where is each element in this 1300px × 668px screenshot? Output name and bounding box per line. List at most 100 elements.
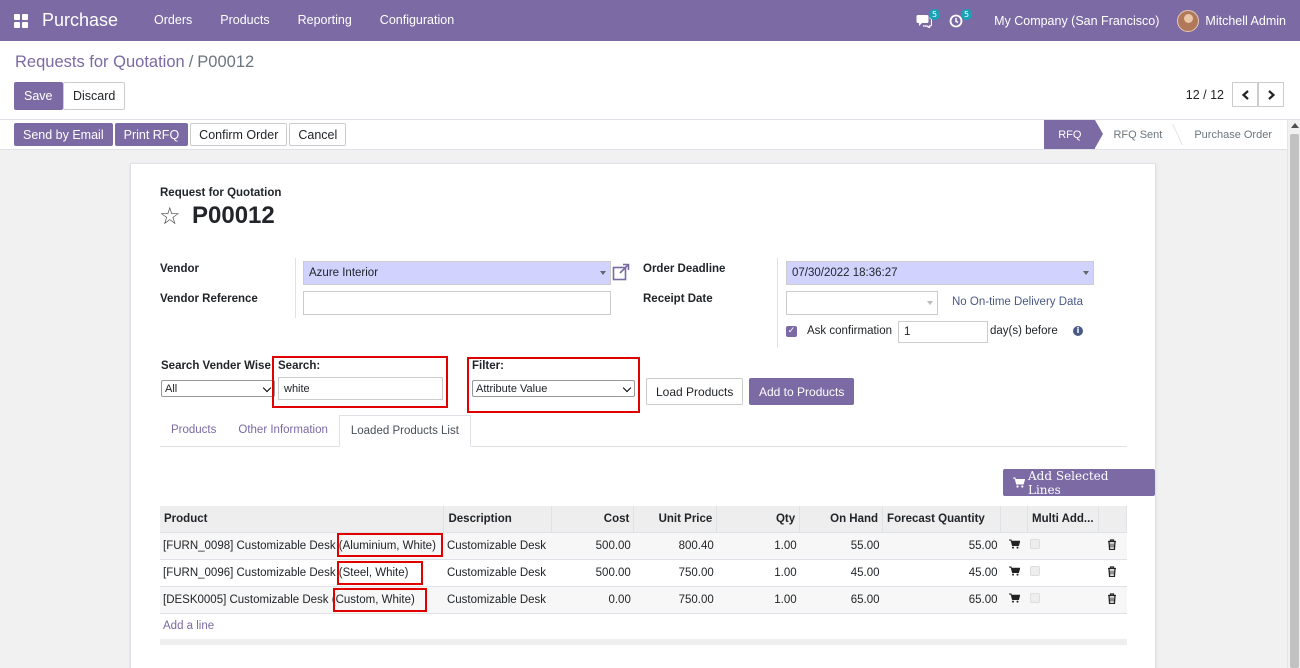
company-switcher[interactable]: My Company (San Francisco) <box>972 14 1177 28</box>
receipt-date-dropdown-icon[interactable] <box>927 301 933 305</box>
product-code: [FURN_0098] Customizable Desk <box>163 539 336 552</box>
add-a-line-link[interactable]: Add a line <box>163 620 214 632</box>
loaded-products-table: Product Description Cost Unit Price Qty … <box>160 506 1128 614</box>
table-row[interactable]: [FURN_0098] Customizable Desk (Aluminium… <box>160 532 1127 560</box>
days-before-label: day(s) before <box>990 325 1058 337</box>
add-to-products-button[interactable]: Add to Products <box>749 378 855 405</box>
trash-icon[interactable] <box>1107 538 1117 550</box>
forecast-cell: 65.00 <box>882 586 1001 614</box>
notebook-tabs: Products Other Information Loaded Produc… <box>160 415 1127 447</box>
column-product[interactable]: Product <box>160 506 445 533</box>
print-rfq-button[interactable]: Print RFQ <box>114 123 189 146</box>
scroll-thumb[interactable] <box>1290 134 1299 668</box>
divider <box>777 258 778 348</box>
cart-cell <box>1000 586 1028 614</box>
on-time-delivery-text: No On-time Delivery Data <box>952 296 1084 308</box>
stage-rfq-sent[interactable]: RFQ Sent <box>1095 120 1176 149</box>
cart-icon[interactable] <box>1008 593 1020 603</box>
pager-value[interactable]: 12 / 12 <box>1186 88 1224 102</box>
vendor-field[interactable]: Azure Interior <box>303 261 611 285</box>
multi-add-checkbox[interactable] <box>1030 539 1041 549</box>
add-selected-lines-button[interactable]: Add Selected Lines <box>1003 469 1155 497</box>
stage-rfq[interactable]: RFQ <box>1044 120 1104 149</box>
table-row[interactable]: [DESK0005] Customizable Desk (Custom, Wh… <box>160 586 1127 614</box>
delete-cell <box>1098 532 1127 560</box>
column-qty[interactable]: Qty <box>716 506 801 533</box>
delete-cell <box>1098 559 1127 587</box>
receipt-date-field[interactable] <box>786 291 938 315</box>
trash-icon[interactable] <box>1107 592 1117 604</box>
top-navbar: Purchase Orders Products Reporting Confi… <box>0 0 1300 41</box>
discard-button[interactable]: Discard <box>63 82 126 110</box>
messages-badge: 5 <box>928 9 941 20</box>
save-button[interactable]: Save <box>14 82 63 110</box>
unit-price-cell: 750.00 <box>633 559 717 587</box>
search-vendor-wise-value: All <box>165 382 178 395</box>
column-description[interactable]: Description <box>443 506 553 533</box>
page-scrollbar[interactable] <box>1287 120 1300 668</box>
send-by-email-button[interactable]: Send by Email <box>14 123 113 146</box>
vendor-label: Vendor <box>160 263 199 275</box>
apps-menu-icon[interactable] <box>0 0 42 41</box>
ask-confirmation-days-value: 1 <box>904 326 911 338</box>
receipt-date-label: Receipt Date <box>643 293 713 305</box>
ask-confirmation-checkbox[interactable]: ✓ <box>786 326 797 337</box>
external-link-icon[interactable] <box>612 263 630 281</box>
divider <box>295 258 296 318</box>
menu-products[interactable]: Products <box>206 0 283 41</box>
column-cost[interactable]: Cost <box>551 506 635 533</box>
load-products-button[interactable]: Load Products <box>646 378 744 405</box>
pager: 12 / 12 <box>1186 82 1284 107</box>
app-name[interactable]: Purchase <box>42 10 118 31</box>
search-vendor-wise-select[interactable]: All <box>161 380 275 397</box>
search-input[interactable]: white <box>278 377 443 400</box>
star-icon[interactable]: ☆ <box>159 204 181 228</box>
multi-add-checkbox[interactable] <box>1030 593 1041 603</box>
user-menu[interactable]: Mitchell Admin <box>1205 14 1286 28</box>
confirm-order-button[interactable]: Confirm Order <box>190 123 288 146</box>
menu-reporting[interactable]: Reporting <box>284 0 366 41</box>
activities-icon[interactable]: 5 <box>940 0 973 41</box>
stage-pipeline: RFQ RFQ Sent Purchase Order <box>1044 120 1286 149</box>
column-unit-price[interactable]: Unit Price <box>633 506 718 533</box>
column-forecast-quantity[interactable]: Forecast Quantity <box>882 506 1002 533</box>
cancel-button[interactable]: Cancel <box>289 123 347 146</box>
ask-confirmation-days-field[interactable]: 1 <box>898 321 988 343</box>
column-on-hand[interactable]: On Hand <box>799 506 884 533</box>
cart-icon[interactable] <box>1008 566 1020 576</box>
breadcrumb-parent[interactable]: Requests for Quotation <box>15 53 185 71</box>
delete-cell <box>1098 586 1127 614</box>
record-type-label: Request for Quotation <box>160 187 282 199</box>
order-deadline-field[interactable]: 07/30/2022 18:36:27 <box>786 261 1094 285</box>
multi-add-cell <box>1027 586 1099 614</box>
menu-orders[interactable]: Orders <box>140 0 206 41</box>
multi-add-checkbox[interactable] <box>1030 566 1041 576</box>
filter-select[interactable]: Attribute Value <box>472 380 635 397</box>
user-avatar[interactable] <box>1177 9 1200 32</box>
tab-products[interactable]: Products <box>160 415 227 447</box>
qty-cell: 1.00 <box>716 559 800 587</box>
search-input-value: white <box>284 382 310 395</box>
highlight-box <box>337 561 423 585</box>
pager-next-icon[interactable] <box>1258 82 1284 107</box>
breadcrumb: Requests for Quotation / P00012 <box>15 53 254 72</box>
column-multi-add[interactable]: Multi Add... <box>1027 506 1099 533</box>
tab-loaded-products-list[interactable]: Loaded Products List <box>338 415 471 447</box>
table-row[interactable]: [FURN_0096] Customizable Desk (Steel, Wh… <box>160 559 1127 587</box>
pager-previous-icon[interactable] <box>1232 82 1258 107</box>
info-icon[interactable]: i <box>1073 326 1083 336</box>
description-cell: Customizable Desk <box>443 559 552 587</box>
cart-icon[interactable] <box>1008 539 1020 549</box>
order-deadline-dropdown-icon[interactable] <box>1083 271 1089 275</box>
ask-confirmation-label: Ask confirmation <box>807 325 893 337</box>
scroll-up-icon[interactable] <box>1291 123 1299 128</box>
stage-purchase-order[interactable]: Purchase Order <box>1176 120 1286 149</box>
trash-icon[interactable] <box>1107 565 1117 577</box>
vendor-reference-field[interactable] <box>303 291 611 315</box>
vendor-dropdown-icon[interactable] <box>600 271 606 275</box>
messages-icon[interactable]: 5 <box>908 0 941 41</box>
tab-other-information[interactable]: Other Information <box>227 415 338 447</box>
multi-add-cell <box>1027 532 1099 560</box>
menu-configuration[interactable]: Configuration <box>366 0 468 41</box>
filter-value: Attribute Value <box>476 382 548 395</box>
